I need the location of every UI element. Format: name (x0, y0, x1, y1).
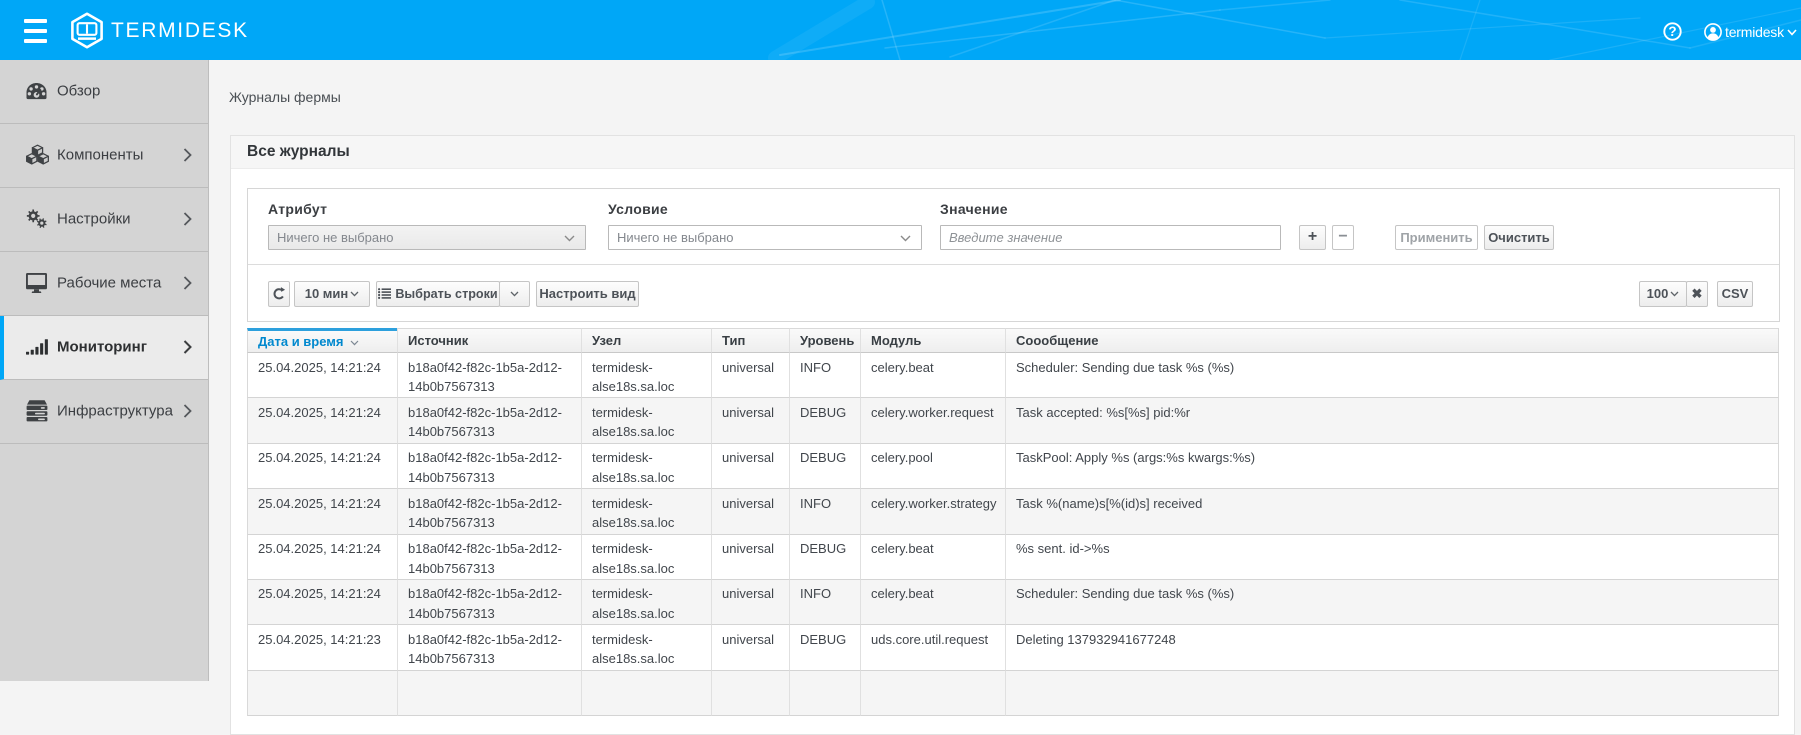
svg-text:?: ? (1668, 24, 1676, 39)
